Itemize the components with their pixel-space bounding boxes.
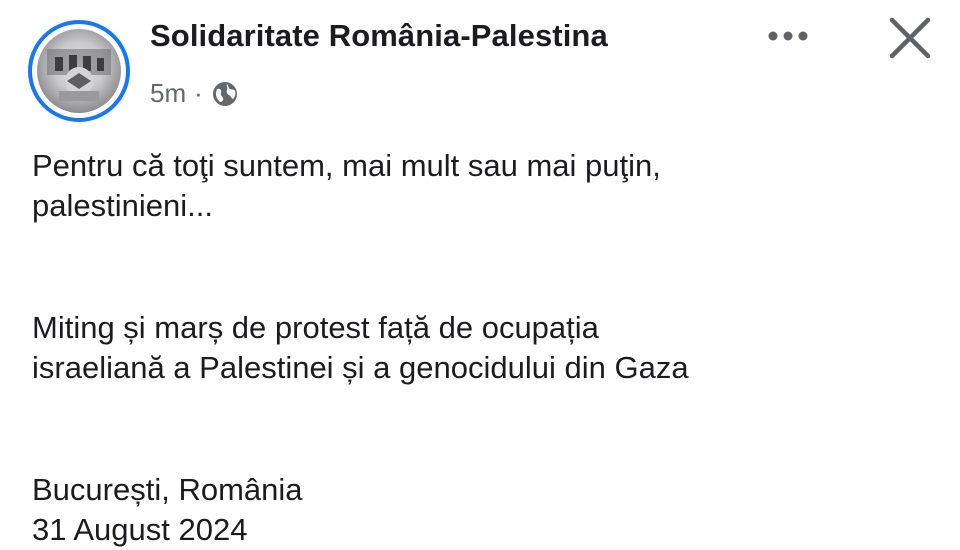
group-name-link[interactable]: Solidaritate România-Palestina	[150, 18, 608, 54]
post-body: Pentru că toţi suntem, mai mult sau mai …	[32, 146, 932, 550]
post-line: palestinieni...	[32, 188, 213, 223]
meta-separator: ·	[194, 78, 203, 108]
post-timestamp[interactable]: 5m	[150, 78, 186, 109]
post-meta: 5m ·	[150, 78, 239, 109]
post-paragraph: Miting și marș de protest față de ocupaț…	[32, 308, 932, 388]
post-line: Miting și marș de protest față de ocupaț…	[32, 310, 599, 345]
group-avatar[interactable]	[28, 20, 130, 122]
post-line: Pentru că toţi suntem, mai mult sau mai …	[32, 148, 661, 183]
more-options-button[interactable]	[760, 14, 816, 58]
more-options-icon	[768, 31, 808, 41]
close-button[interactable]	[884, 12, 936, 64]
post-line: israeliană a Palestinei și a genocidului…	[32, 350, 689, 385]
post-line: București, România	[32, 472, 303, 507]
close-icon	[889, 17, 931, 59]
group-avatar-image	[37, 29, 121, 113]
globe-icon	[211, 80, 239, 108]
post-line: 31 August 2024	[32, 512, 248, 547]
post-paragraph: Pentru că toţi suntem, mai mult sau mai …	[32, 146, 932, 226]
post-paragraph: București, România 31 August 2024	[32, 470, 932, 550]
facebook-post: Solidaritate România-Palestina 5m · Pent…	[0, 0, 960, 547]
